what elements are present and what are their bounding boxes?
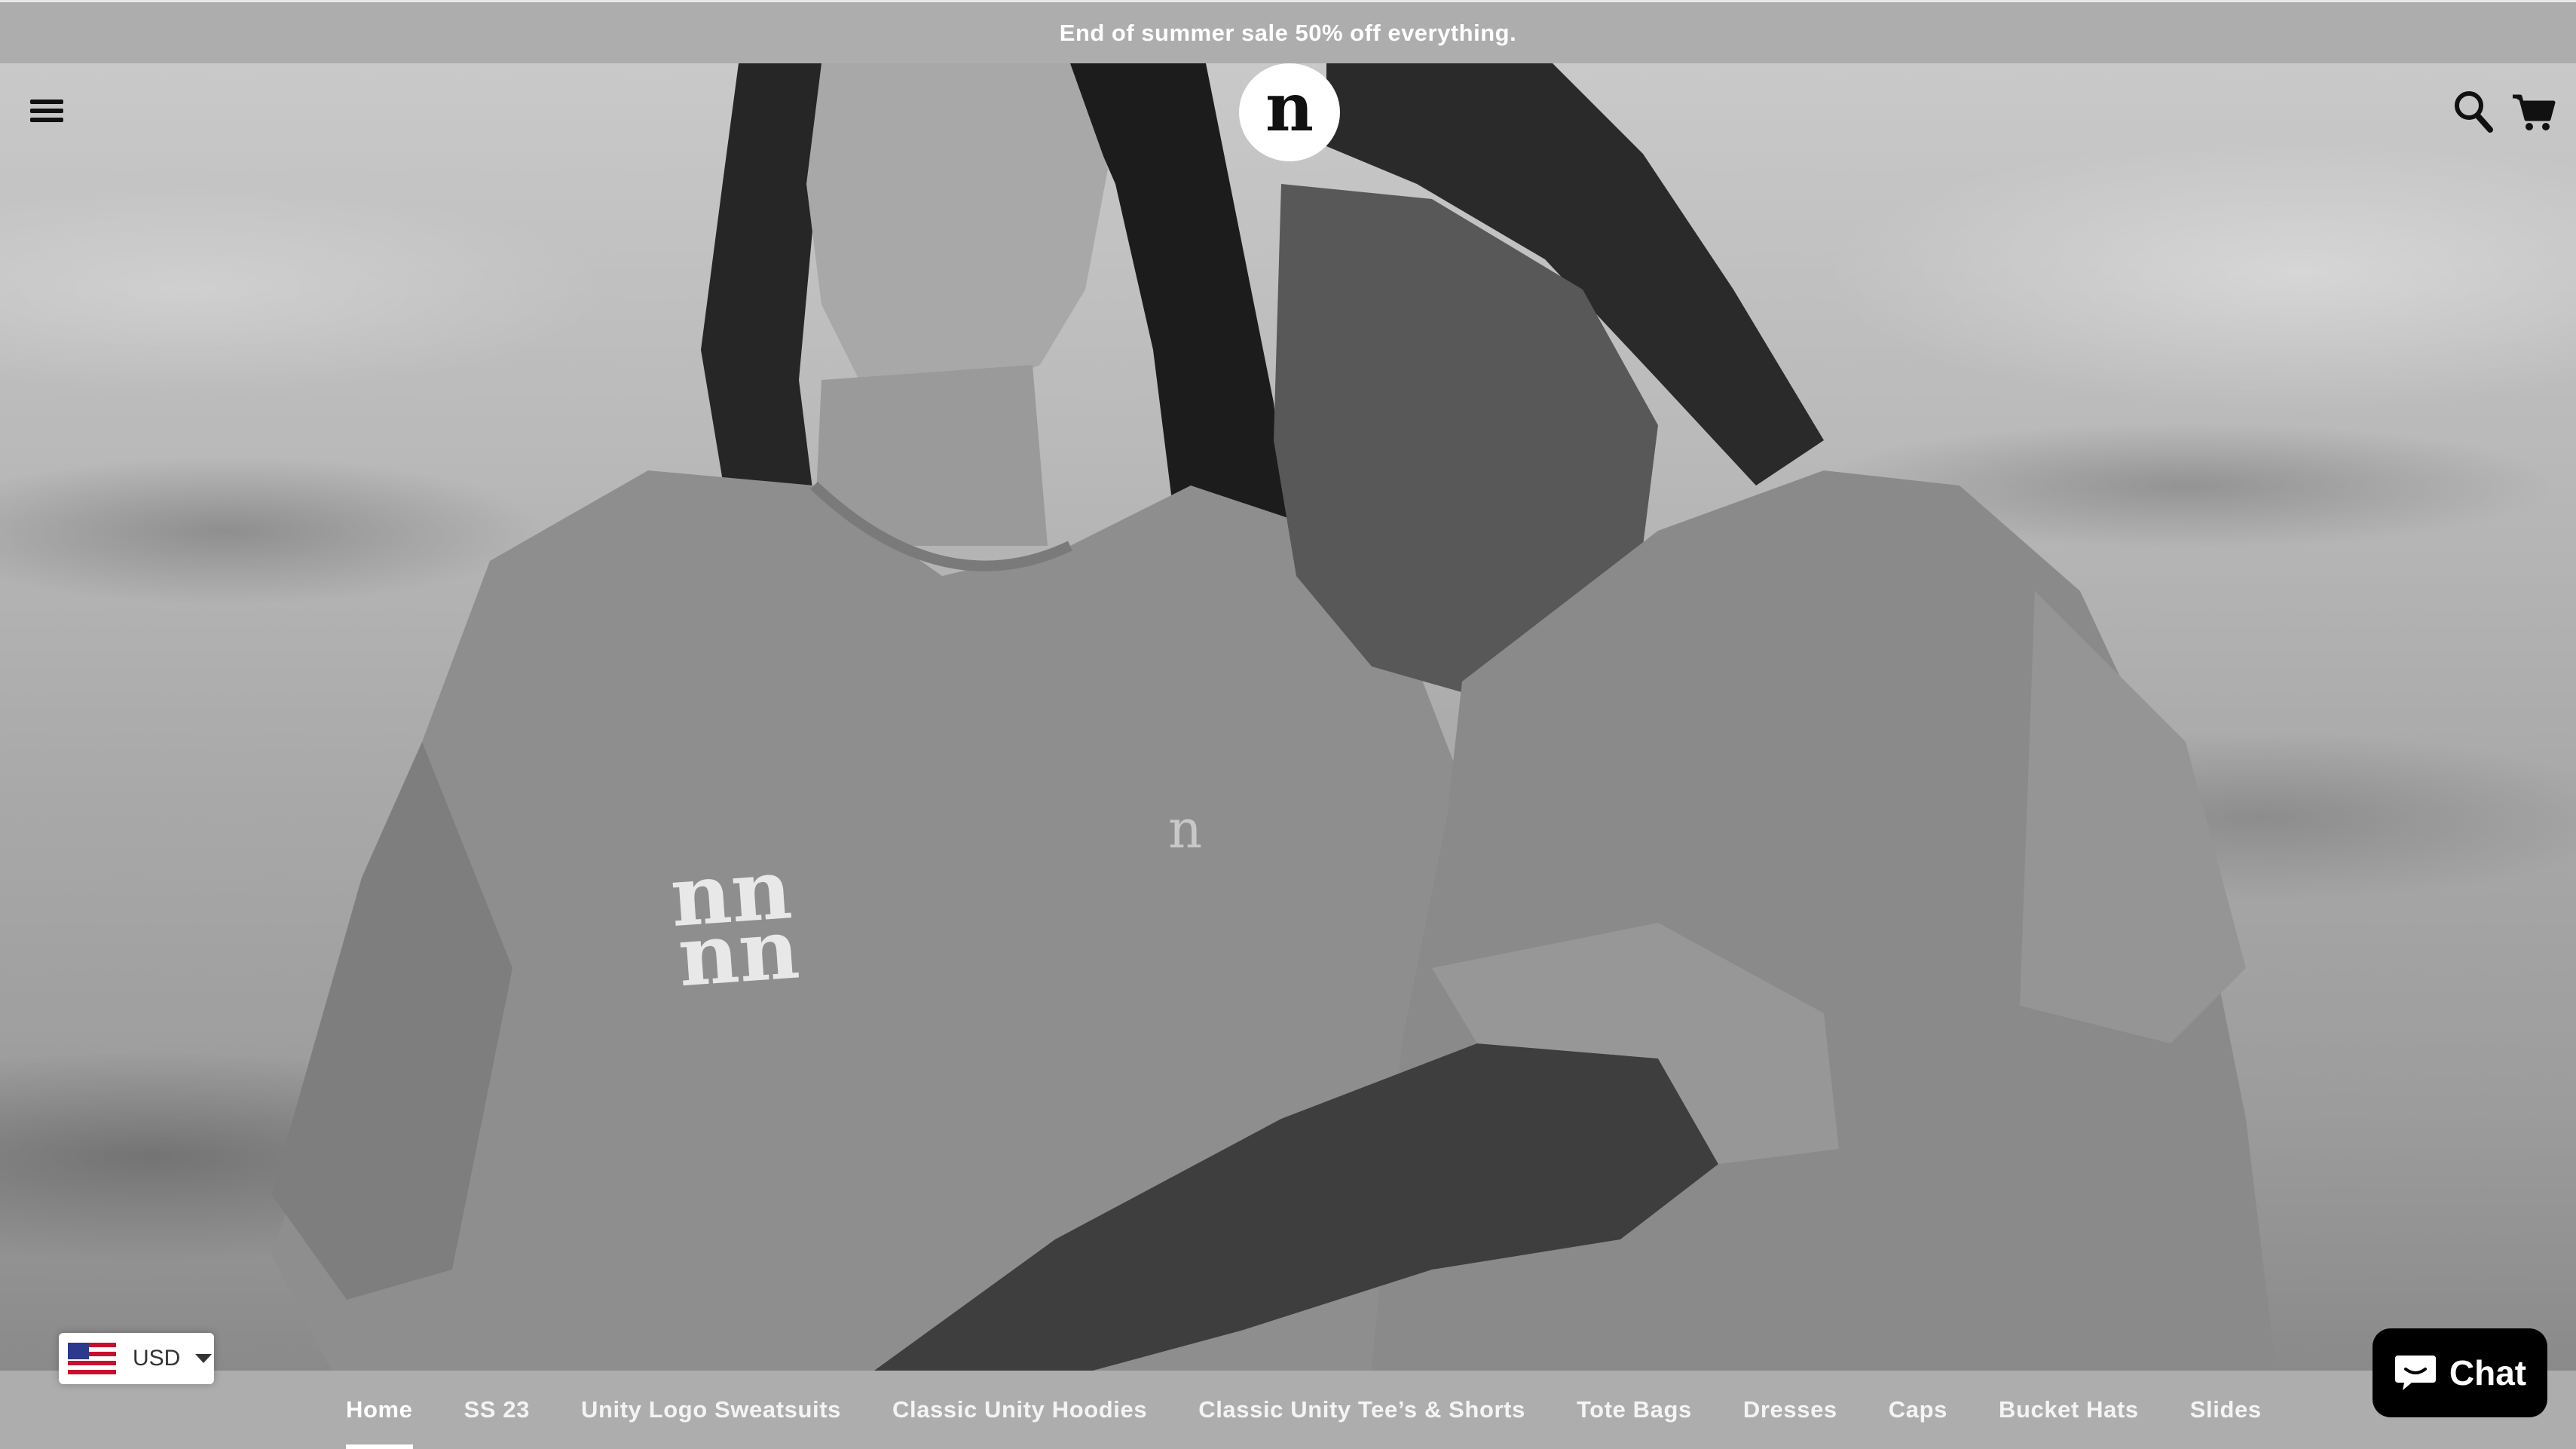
store-logo[interactable]: n [1239, 63, 1340, 161]
announcement-bar: End of summer sale 50% off everything. [0, 0, 2576, 63]
nav-item-unity-logo-sweatsuits[interactable]: Unity Logo Sweatsuits [581, 1396, 841, 1423]
currency-code: USD [133, 1346, 181, 1371]
announcement-text: End of summer sale 50% off everything. [1059, 19, 1517, 46]
nav-item-home[interactable]: Home [346, 1396, 413, 1449]
hero-photo-illustration: nn nn n [271, 63, 2276, 1371]
search-icon [2455, 91, 2493, 133]
hamburger-menu-icon [30, 100, 63, 104]
search-button[interactable] [2452, 89, 2495, 134]
us-flag-icon [68, 1343, 116, 1374]
nav-item-dresses[interactable]: Dresses [1743, 1396, 1837, 1423]
svg-text:n: n [1168, 798, 1202, 860]
chat-button[interactable]: Chat [2373, 1328, 2547, 1417]
storefront-page: End of summer sale 50% off everything. n… [0, 0, 2576, 1449]
menu-button[interactable] [26, 89, 68, 131]
hero-image: nn nn n [0, 63, 2576, 1371]
nav-item-classic-unity-hoodies[interactable]: Classic Unity Hoodies [892, 1396, 1147, 1423]
cart-icon [2513, 94, 2556, 130]
chevron-down-icon [195, 1354, 213, 1363]
nav-item-tote-bags[interactable]: Tote Bags [1577, 1396, 1692, 1423]
currency-selector[interactable]: USD [59, 1333, 214, 1384]
svg-text:nn: nn [675, 899, 803, 1005]
nav-item-classic-unity-tees-shorts[interactable]: Classic Unity Tee’s & Shorts [1198, 1396, 1525, 1423]
nav-item-slides[interactable]: Slides [2190, 1396, 2262, 1423]
nav-list: Home SS 23 Unity Logo Sweatsuits Classic… [346, 1371, 2313, 1449]
nav-item-ss23[interactable]: SS 23 [464, 1396, 530, 1423]
collection-nav: Home SS 23 Unity Logo Sweatsuits Classic… [0, 1371, 2576, 1449]
cart-button[interactable] [2511, 89, 2556, 134]
chat-bubble-icon [2394, 1356, 2436, 1390]
nav-item-bucket-hats[interactable]: Bucket Hats [1999, 1396, 2139, 1423]
chat-label: Chat [2449, 1353, 2527, 1392]
nav-item-caps[interactable]: Caps [1889, 1396, 1947, 1423]
logo-text: n [1265, 68, 1314, 146]
